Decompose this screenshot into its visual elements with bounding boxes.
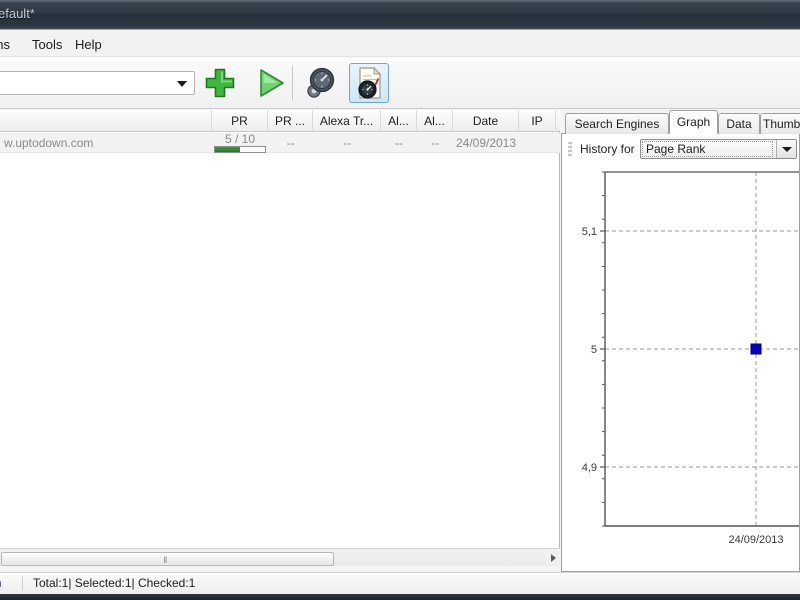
report-button[interactable] <box>349 63 389 103</box>
status-link[interactable]: n <box>0 576 2 590</box>
tab-data[interactable]: Data <box>718 113 760 134</box>
toolbar-separator <box>292 66 293 100</box>
horizontal-scrollbar[interactable]: ‖ <box>0 548 560 566</box>
column-header-alexa[interactable]: Alexa Tr... <box>313 110 381 132</box>
cell-ip <box>519 133 556 153</box>
history-metric-combo[interactable]: Page Rank <box>640 139 797 159</box>
graph-tab-panel: History for Page Rank 5,1 5 4,9 24/09/2013 <box>561 134 800 572</box>
details-panel: Search Engines Graph Data Thumbn History… <box>561 110 800 572</box>
cell-al1: -- <box>395 136 403 150</box>
cell-date: 24/09/2013 <box>455 136 517 150</box>
report-gauge-icon <box>358 66 382 99</box>
scrollbar-grip: ‖ <box>163 555 169 565</box>
title-bar-glow <box>0 0 800 3</box>
cell-alexa: -- <box>343 136 351 150</box>
page-rank-history-chart: 5,1 5 4,9 24/09/2013 <box>562 164 799 570</box>
svg-text:5,1: 5,1 <box>582 226 597 238</box>
menu-bar: ons Tools Help <box>0 31 800 57</box>
toolbar-grip[interactable] <box>568 142 572 157</box>
menu-item-options[interactable]: ons <box>0 35 15 54</box>
tab-thumbnails[interactable]: Thumbn <box>760 113 800 134</box>
cell-al2: -- <box>431 136 439 150</box>
scrollbar-track[interactable]: ‖ <box>0 550 545 566</box>
column-header-ip[interactable]: IP <box>519 110 556 132</box>
pr-progress-fill <box>215 147 240 152</box>
chevron-down-icon[interactable] <box>177 81 187 87</box>
column-header-al1[interactable]: Al... <box>381 110 417 132</box>
tab-search-engines[interactable]: Search Engines <box>565 113 669 134</box>
status-bar: n Total:1| Selected:1| Checked:1 <box>0 572 800 594</box>
tab-graph[interactable]: Graph <box>669 110 718 134</box>
svg-text:4,9: 4,9 <box>582 462 597 474</box>
column-header-url[interactable] <box>0 110 212 132</box>
add-url-button[interactable] <box>200 63 240 103</box>
url-combo-box[interactable] <box>0 71 195 95</box>
cell-pr: 5 / 10 <box>212 132 268 153</box>
svg-text:24/09/2013: 24/09/2013 <box>728 534 783 546</box>
url-table: PR PR ... Alexa Tr... Al... Al... Date I… <box>0 110 560 548</box>
pr-label: 5 / 10 <box>224 132 256 146</box>
play-icon <box>260 69 284 97</box>
plus-icon <box>205 68 235 98</box>
application-window: efault* ons Tools Help <box>0 0 800 600</box>
history-metric-value: Page Rank <box>646 142 706 156</box>
chart-canvas: 5,1 5 4,9 24/09/2013 <box>582 171 799 546</box>
cell-pr2: -- <box>286 136 295 150</box>
scroll-right-arrow-icon[interactable] <box>551 554 556 562</box>
window-title: efault* <box>0 6 35 21</box>
start-check-button[interactable] <box>250 63 290 103</box>
toolbar <box>0 57 800 109</box>
history-for-label: History for <box>580 142 635 156</box>
tab-strip: Search Engines Graph Data Thumbn <box>561 110 800 134</box>
window-bottom-edge <box>0 594 800 600</box>
column-header-al2[interactable]: Al... <box>417 110 453 132</box>
svg-text:5: 5 <box>591 344 597 356</box>
menu-item-tools[interactable]: Tools <box>27 35 67 54</box>
status-summary: Total:1| Selected:1| Checked:1 <box>33 576 196 590</box>
cell-url: w.uptodown.com <box>4 136 94 150</box>
column-header-date[interactable]: Date <box>453 110 519 132</box>
scrollbar-thumb[interactable]: ‖ <box>1 552 334 566</box>
gauge-icon <box>307 67 335 98</box>
history-metric-dropdown-button[interactable] <box>776 140 796 158</box>
pr-progress-bar <box>214 146 266 153</box>
status-separator <box>22 576 23 591</box>
table-row[interactable]: w.uptodown.com 5 / 10 -- -- -- -- 24/09/… <box>0 132 560 153</box>
title-bar: efault* <box>0 0 800 30</box>
table-header-row: PR PR ... Alexa Tr... Al... Al... Date I… <box>0 110 560 132</box>
menu-item-help[interactable]: Help <box>70 35 107 54</box>
column-header-pr2[interactable]: PR ... <box>268 110 313 132</box>
gauge-button[interactable] <box>300 63 340 103</box>
history-toolbar: History for Page Rank <box>562 137 799 163</box>
column-header-pr[interactable]: PR <box>212 110 268 132</box>
chevron-down-icon <box>782 147 792 152</box>
